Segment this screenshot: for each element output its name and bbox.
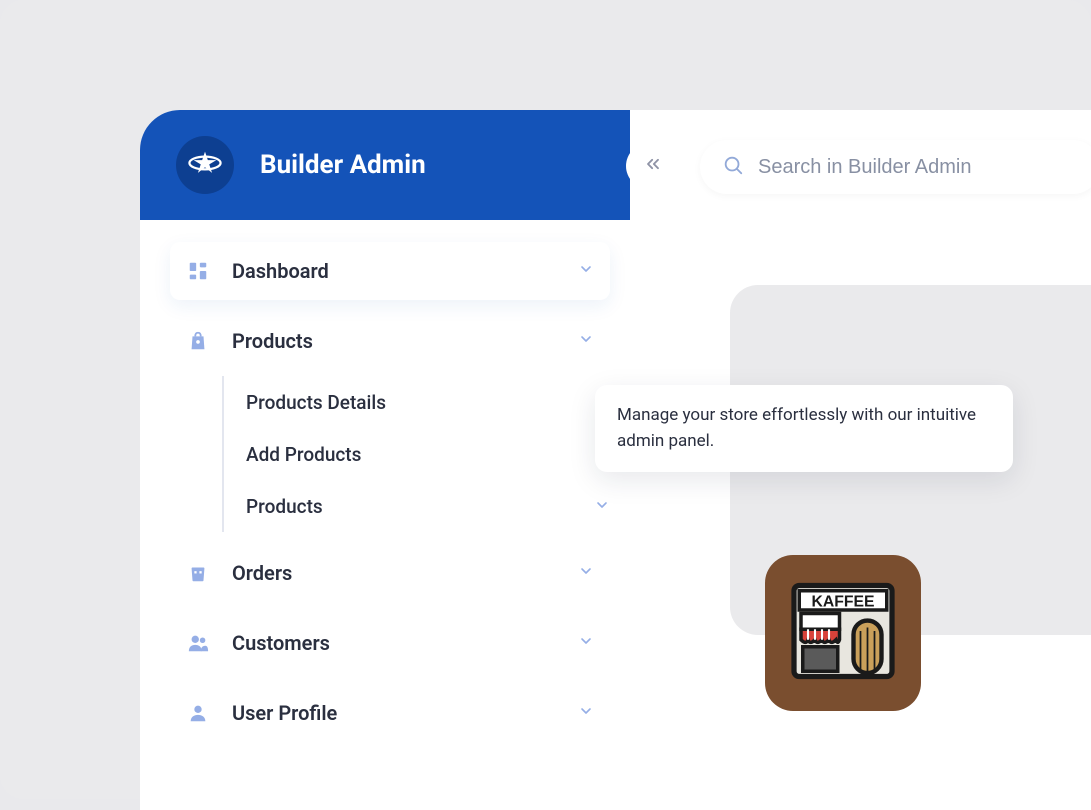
bag-icon <box>186 329 210 353</box>
sidebar-item-customers[interactable]: Customers <box>170 614 610 672</box>
chevron-down-icon <box>594 495 610 518</box>
sidebar-subitem-label: Add Products <box>246 443 361 466</box>
robot-icon <box>186 561 210 585</box>
sidebar: Dashboard Products Products Details <box>140 230 640 742</box>
dashboard-icon <box>186 259 210 283</box>
star-orbit-icon <box>188 146 222 184</box>
sidebar-item-products[interactable]: Products <box>170 312 610 370</box>
chevron-down-icon <box>578 261 594 281</box>
sidebar-item-label: Orders <box>232 561 578 585</box>
users-icon <box>186 631 210 655</box>
sidebar-item-label: Dashboard <box>232 259 578 283</box>
sidebar-item-label: User Profile <box>232 701 578 725</box>
chevron-down-icon <box>578 331 594 351</box>
svg-text:KAFFEE: KAFFEE <box>812 594 875 611</box>
app-window: Builder Admin <box>140 110 1091 810</box>
chevron-down-icon <box>578 563 594 583</box>
sidebar-item-orders[interactable]: Orders <box>170 544 610 602</box>
chevron-double-left-icon <box>643 154 663 178</box>
storefront-icon: KAFFEE <box>787 575 899 691</box>
sidebar-subitem-label: Products Details <box>246 391 386 414</box>
sidebar-item-dashboard[interactable]: Dashboard <box>170 242 610 300</box>
sidebar-subitem-products-details[interactable]: Products Details <box>246 376 610 428</box>
sidebar-submenu-products: Products Details Add Products Products <box>222 376 610 532</box>
info-tooltip: Manage your store effortlessly with our … <box>595 385 1013 472</box>
app-title: Builder Admin <box>260 150 426 180</box>
header-bar: Builder Admin <box>140 110 630 220</box>
search-input[interactable] <box>758 156 1078 179</box>
sidebar-subitem-label: Products <box>246 495 323 518</box>
chevron-down-icon <box>578 633 594 653</box>
sidebar-item-label: Customers <box>232 631 578 655</box>
sidebar-collapse-button[interactable] <box>630 143 676 189</box>
page-canvas: Builder Admin <box>0 0 1091 799</box>
sidebar-item-label: Products <box>232 329 578 353</box>
sidebar-subitem-add-products[interactable]: Add Products <box>246 428 610 480</box>
tooltip-text: Manage your store effortlessly with our … <box>617 405 976 451</box>
user-icon <box>186 701 210 725</box>
chevron-down-icon <box>578 703 594 723</box>
search-bar[interactable] <box>700 140 1091 194</box>
sidebar-subitem-products[interactable]: Products <box>246 480 610 532</box>
shop-card[interactable]: KAFFEE <box>765 555 921 711</box>
sidebar-item-user-profile[interactable]: User Profile <box>170 684 610 742</box>
search-icon <box>722 154 758 180</box>
app-logo <box>176 136 234 194</box>
